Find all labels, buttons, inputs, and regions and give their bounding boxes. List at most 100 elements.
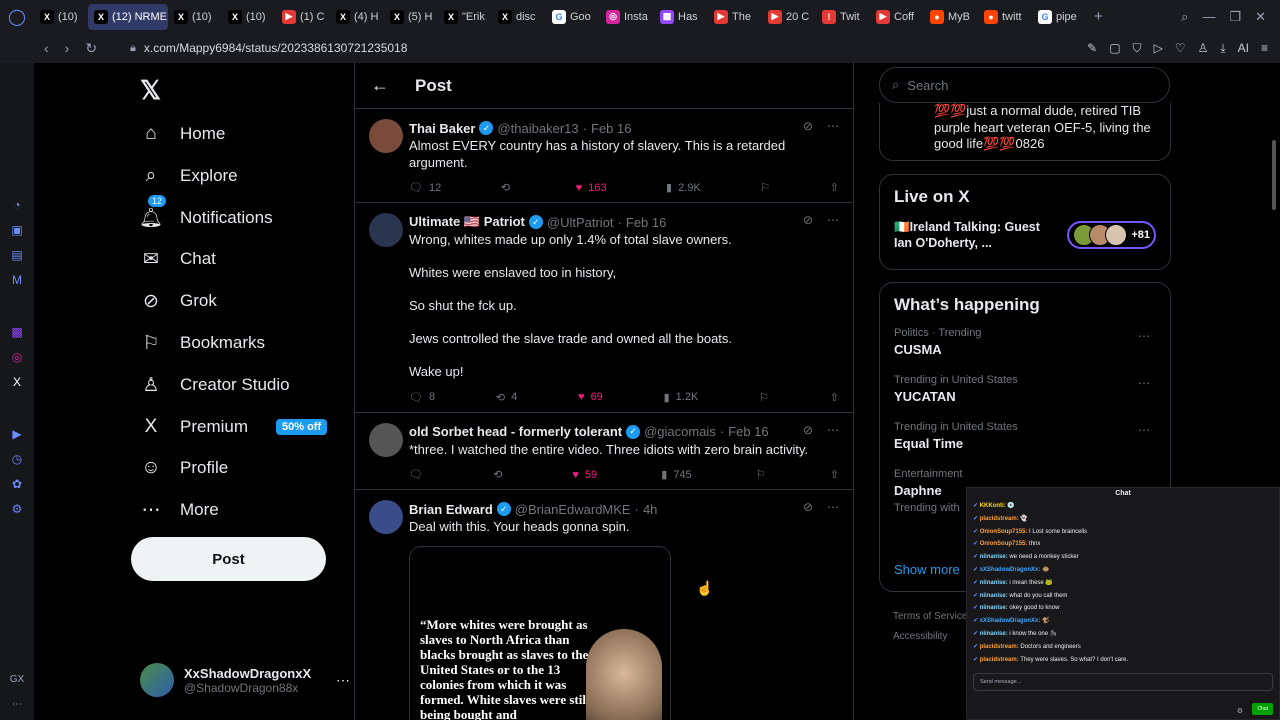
more-icon[interactable]: ⋯ — [1138, 376, 1150, 390]
nav-item-creator[interactable]: ♙ Creator Studio — [140, 370, 289, 400]
accessibility-link[interactable]: Accessibility — [893, 627, 967, 647]
terms-link[interactable]: Terms of Service — [893, 607, 967, 627]
reply-button[interactable]: 🗨︎ — [409, 468, 429, 481]
bookmark-button[interactable]: ⚐ — [756, 468, 766, 481]
tweet-author-handle[interactable]: @thaibaker13 — [497, 121, 578, 136]
lock-icon[interactable]: 🔒︎ — [130, 42, 136, 55]
browser-tab[interactable]: X (10) — [222, 4, 276, 30]
browser-tab[interactable]: ● MyB — [924, 4, 978, 30]
tweet-author-name[interactable]: Brian Edward — [409, 502, 493, 517]
sidebar-mail-icon[interactable]: M — [12, 273, 22, 287]
sidebar-news-icon[interactable]: ▤ — [11, 248, 22, 262]
trend-item[interactable]: Trending in United States YUCATAN ⋯ — [894, 374, 1156, 404]
grok-icon[interactable]: ⊘ — [803, 423, 813, 437]
chat-username[interactable]: placidstream: — [980, 644, 1019, 650]
reply-button[interactable]: 🗨︎ 8 — [409, 391, 435, 404]
tweet-date[interactable]: Feb 16 — [728, 424, 768, 439]
views-button[interactable]: ▮ 2.9K — [666, 181, 701, 195]
share-button[interactable]: ⇧ — [830, 181, 839, 194]
chat-username[interactable]: placidstream: — [980, 516, 1019, 522]
reload-icon[interactable]: ↻ — [85, 40, 97, 57]
live-space[interactable]: 🇮🇪Ireland Talking: Guest Ian O'Doherty, … — [894, 219, 1156, 251]
shield-icon[interactable]: ⛉ — [1133, 41, 1142, 56]
browser-tab[interactable]: ▶ The — [708, 4, 762, 30]
browser-tab[interactable]: X (10) — [34, 4, 88, 30]
gx-control-icon[interactable]: GX — [10, 674, 24, 685]
sidebar-settings-icon[interactable]: ⚙ — [12, 502, 23, 516]
minimize-icon[interactable]: — — [1202, 9, 1215, 24]
search-tabs-icon[interactable]: ⌕ — [1181, 9, 1188, 25]
trend-item[interactable]: Politics · Trending CUSMA ⋯ — [894, 327, 1156, 357]
search-box[interactable]: ⌕ Search — [879, 67, 1170, 103]
snapshot-icon[interactable]: ▢ — [1109, 41, 1120, 55]
close-window-icon[interactable]: ✕ — [1255, 9, 1266, 25]
tweet[interactable]: old Sorbet head - formerly tolerant ✓ @gia… — [355, 413, 853, 490]
tweet-author-handle[interactable]: @BrianEdwardMKE — [515, 502, 631, 517]
browser-tab[interactable]: ▩ Has — [654, 4, 708, 30]
tweet-media-image[interactable]: “More whites were brought as slaves to N… — [409, 545, 671, 720]
browser-tab[interactable]: X (5) H — [384, 4, 438, 30]
browser-tab[interactable]: G Goo — [546, 4, 600, 30]
nav-item-bookmarks[interactable]: ⚐ Bookmarks — [140, 328, 265, 358]
nav-item-chat[interactable]: ✉ Chat — [140, 244, 216, 274]
menu-icon[interactable]: ≡ — [1261, 41, 1268, 55]
more-icon[interactable]: ⋯ — [827, 500, 839, 514]
browser-tab[interactable]: Gpipe — [1032, 4, 1086, 30]
tweet-date[interactable]: 4h — [643, 502, 657, 517]
browser-tab[interactable]: ! Twit — [816, 4, 870, 30]
tweet-author-handle[interactable]: @UltPatriot — [547, 215, 614, 230]
trend-item[interactable]: Trending in United States Equal Time ⋯ — [894, 421, 1156, 451]
views-button[interactable]: ▮ 1.2K — [664, 391, 699, 404]
sidebar-ai-icon[interactable]: ◔ — [13, 198, 20, 212]
browser-tab[interactable]: ▶ (1) C — [276, 4, 330, 30]
nav-item-premium[interactable]: X Premium 50% off — [140, 412, 328, 442]
browser-tab[interactable]: Xdisc — [492, 4, 546, 30]
chat-send-button[interactable]: Chat — [1252, 703, 1273, 715]
more-icon[interactable]: ⋯ — [1138, 329, 1150, 343]
chat-username[interactable]: niinanise: — [980, 631, 1008, 637]
more-icon[interactable]: ⋯ — [827, 213, 839, 227]
bookmark-button[interactable]: ⚐ — [759, 391, 769, 404]
more-icon[interactable]: ⋯ — [1138, 423, 1150, 437]
more-icon[interactable]: ⋯ — [827, 119, 839, 133]
forward-icon[interactable]: › — [65, 40, 70, 57]
nav-item-grok[interactable]: ⊘ Grok — [140, 286, 217, 316]
grok-icon[interactable]: ⊘ — [803, 500, 813, 514]
chat-username[interactable]: niinanise: — [980, 554, 1008, 560]
tweet[interactable]: Thai Baker ✓ @thaibaker13 · Feb 16 ⊘ ⋯ Almost E… — [355, 109, 853, 203]
chat-username[interactable]: placidstream: — [980, 657, 1019, 663]
sidebar-x-icon[interactable]: X — [13, 375, 21, 389]
more-icon[interactable]: ⋯ — [336, 672, 350, 689]
chat-username[interactable]: xXShadowDragonXx: — [980, 618, 1041, 624]
nav-item-explore[interactable]: ⌕ Explore — [140, 161, 238, 191]
chat-username[interactable]: OnionSoup7155: — [980, 541, 1028, 547]
repost-button[interactable]: ⟲ — [493, 468, 508, 481]
nav-item-home[interactable]: ⌂ Home — [140, 119, 225, 149]
nav-item-profile[interactable]: ☺ Profile — [140, 453, 228, 483]
browser-tab[interactable]: X (10) — [168, 4, 222, 30]
live-listeners-pill[interactable]: +81 — [1067, 221, 1156, 249]
tweet-author-name[interactable]: old Sorbet head - formerly tolerant — [409, 424, 622, 439]
sidebar-more-icon[interactable]: ⋯ — [12, 699, 22, 710]
ai-button[interactable]: AI — [1238, 41, 1249, 55]
grok-icon[interactable]: ⊘ — [803, 213, 813, 227]
browser-tab[interactable]: X (4) H — [330, 4, 384, 30]
tweet-date[interactable]: Feb 16 — [591, 121, 631, 136]
more-icon[interactable]: ⋯ — [827, 423, 839, 437]
avatar[interactable] — [369, 422, 403, 457]
maximize-icon[interactable]: ❐ — [1229, 9, 1241, 25]
back-arrow-icon[interactable]: ← — [371, 75, 389, 96]
tweet-author-name[interactable]: Thai Baker — [409, 121, 475, 136]
avatar[interactable] — [369, 119, 403, 153]
sidebar-history-icon[interactable]: ◷ — [12, 452, 22, 466]
repost-button[interactable]: ⟲ — [501, 181, 516, 194]
browser-tab[interactable]: ▶ Coff — [870, 4, 924, 30]
views-button[interactable]: ▮ 745 — [661, 468, 691, 482]
url-text[interactable]: x.com/Mappy6984/status/20233861307212350… — [144, 41, 408, 55]
nav-item-more[interactable]: ⋯ More — [140, 495, 219, 525]
reply-button[interactable]: 🗨︎ 12 — [409, 181, 441, 195]
like-button[interactable]: ♥ 59 — [572, 468, 597, 481]
download-icon[interactable]: ⤓ — [1220, 41, 1225, 56]
browser-tab[interactable]: ◎ Insta — [600, 4, 654, 30]
bookmark-button[interactable]: ⚐ — [760, 181, 770, 194]
